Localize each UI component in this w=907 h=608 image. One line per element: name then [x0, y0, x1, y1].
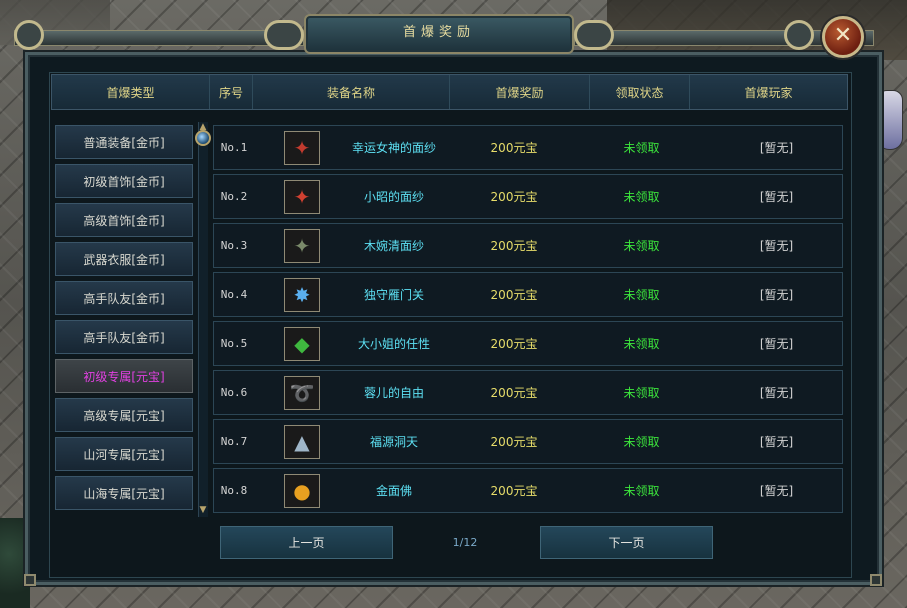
- claim-status: 未领取: [623, 386, 660, 400]
- next-page-button[interactable]: 下一页: [540, 526, 713, 559]
- reward-amount: 200元宝: [490, 435, 538, 449]
- table-row: No.6 ➰ 蓉儿的自由 200元宝 未领取 [暂无]: [213, 370, 843, 415]
- corner-ornament: [24, 574, 36, 586]
- header-player: 首爆玩家: [744, 85, 793, 100]
- header-item-name: 装备名称: [253, 75, 450, 109]
- item-name[interactable]: 独守雁门关: [324, 273, 464, 316]
- first-player: [暂无]: [759, 386, 794, 400]
- reward-amount: 200元宝: [490, 239, 538, 253]
- category-item[interactable]: 山海专属[元宝]: [55, 476, 193, 510]
- scroll-ornament-far-right: [784, 20, 814, 50]
- category-item[interactable]: 普通装备[金币]: [55, 125, 193, 159]
- category-item[interactable]: 初级首饰[金币]: [55, 164, 193, 198]
- item-name[interactable]: 小昭的面纱: [324, 175, 464, 218]
- table-row: No.5 ◆ 大小姐的任性 200元宝 未领取 [暂无]: [213, 321, 843, 366]
- previous-page-button[interactable]: 上一页: [220, 526, 393, 559]
- row-number: No.5: [220, 337, 248, 350]
- pagination: 上一页 1/12 下一页: [220, 526, 713, 561]
- table-header: 首爆类型 序号 装备名称 首爆奖励 领取状态 首爆玩家: [51, 74, 848, 110]
- claim-status: 未领取: [623, 288, 660, 302]
- first-player: [暂无]: [759, 288, 794, 302]
- star-gem-icon[interactable]: ✸: [284, 278, 320, 312]
- title-rail-left: [14, 30, 304, 46]
- close-icon: ✕: [833, 23, 853, 48]
- category-item[interactable]: 高级专属[元宝]: [55, 398, 193, 432]
- header-category: 首爆类型: [52, 75, 210, 109]
- close-button[interactable]: ✕: [822, 16, 864, 58]
- item-name[interactable]: 大小姐的任性: [324, 322, 464, 365]
- reward-amount: 200元宝: [490, 190, 538, 204]
- reward-amount: 200元宝: [490, 337, 538, 351]
- item-name[interactable]: 蓉儿的自由: [324, 371, 464, 414]
- category-item[interactable]: 高手队友[金币]: [55, 320, 193, 354]
- header-reward: 首爆奖励: [450, 75, 590, 109]
- reward-amount: 200元宝: [490, 386, 538, 400]
- table-row: No.2 ✦ 小昭的面纱 200元宝 未领取 [暂无]: [213, 174, 843, 219]
- window-title: 首爆奖励: [304, 14, 574, 54]
- reward-list: No.1 ✦ 幸运女神的面纱 200元宝 未领取 [暂无] No.2 ✦ 小昭的…: [213, 125, 843, 517]
- first-player: [暂无]: [759, 141, 794, 155]
- row-number: No.7: [220, 435, 248, 448]
- reward-amount: 200元宝: [490, 288, 538, 302]
- row-number: No.1: [220, 141, 248, 154]
- row-number: No.6: [220, 386, 248, 399]
- mask-icon[interactable]: ✦: [284, 229, 320, 263]
- table-row: No.7 ▲ 福源洞天 200元宝 未领取 [暂无]: [213, 419, 843, 464]
- reward-amount: 200元宝: [490, 141, 538, 155]
- scroll-down-arrow-icon[interactable]: ▼: [198, 505, 208, 515]
- claim-status: 未领取: [623, 337, 660, 351]
- row-number: No.8: [220, 484, 248, 497]
- first-player: [暂无]: [759, 239, 794, 253]
- claim-status: 未领取: [623, 484, 660, 498]
- claim-status: 未领取: [623, 239, 660, 253]
- category-scrollbar[interactable]: [198, 122, 208, 517]
- item-name[interactable]: 幸运女神的面纱: [324, 126, 464, 169]
- row-number: No.4: [220, 288, 248, 301]
- scrollbar-thumb[interactable]: [195, 130, 211, 146]
- row-number: No.3: [220, 239, 248, 252]
- table-row: No.1 ✦ 幸运女神的面纱 200元宝 未领取 [暂无]: [213, 125, 843, 170]
- mask-icon[interactable]: ✦: [284, 131, 320, 165]
- first-player: [暂无]: [759, 190, 794, 204]
- table-row: No.3 ✦ 木婉清面纱 200元宝 未领取 [暂无]: [213, 223, 843, 268]
- item-name[interactable]: 金面佛: [324, 469, 464, 512]
- scroll-ornament-far-left: [14, 20, 44, 50]
- title-bar: 首爆奖励: [14, 14, 884, 54]
- claim-status: 未领取: [623, 435, 660, 449]
- category-item[interactable]: 高级首饰[金币]: [55, 203, 193, 237]
- claim-status: 未领取: [623, 141, 660, 155]
- whip-icon[interactable]: ➰: [284, 376, 320, 410]
- reward-amount: 200元宝: [490, 484, 538, 498]
- corner-ornament: [870, 574, 882, 586]
- crystal-icon[interactable]: ▲: [284, 425, 320, 459]
- category-item-active[interactable]: 初级专属[元宝]: [55, 359, 193, 393]
- category-item[interactable]: 山河专属[元宝]: [55, 437, 193, 471]
- claim-status: 未领取: [623, 190, 660, 204]
- mask-icon[interactable]: ✦: [284, 180, 320, 214]
- item-name[interactable]: 木婉清面纱: [324, 224, 464, 267]
- first-player: [暂无]: [759, 435, 794, 449]
- scroll-ornament-right: [574, 20, 614, 50]
- green-gem-icon[interactable]: ◆: [284, 327, 320, 361]
- item-name[interactable]: 福源洞天: [324, 420, 464, 463]
- table-row: No.4 ✸ 独守雁门关 200元宝 未领取 [暂无]: [213, 272, 843, 317]
- category-list: 普通装备[金币] 初级首饰[金币] 高级首饰[金币] 武器衣服[金币] 高手队友…: [55, 125, 195, 515]
- row-number: No.2: [220, 190, 248, 203]
- scroll-ornament-left: [264, 20, 304, 50]
- category-item[interactable]: 武器衣服[金币]: [55, 242, 193, 276]
- table-row: No.8 ● 金面佛 200元宝 未领取 [暂无]: [213, 468, 843, 513]
- category-item[interactable]: 高手队友[金币]: [55, 281, 193, 315]
- header-number: 序号: [210, 75, 253, 109]
- page-indicator: 1/12: [452, 536, 478, 549]
- header-claim-status: 领取状态: [590, 75, 690, 109]
- first-player: [暂无]: [759, 484, 794, 498]
- first-player: [暂无]: [759, 337, 794, 351]
- golden-buddha-icon[interactable]: ●: [284, 474, 320, 508]
